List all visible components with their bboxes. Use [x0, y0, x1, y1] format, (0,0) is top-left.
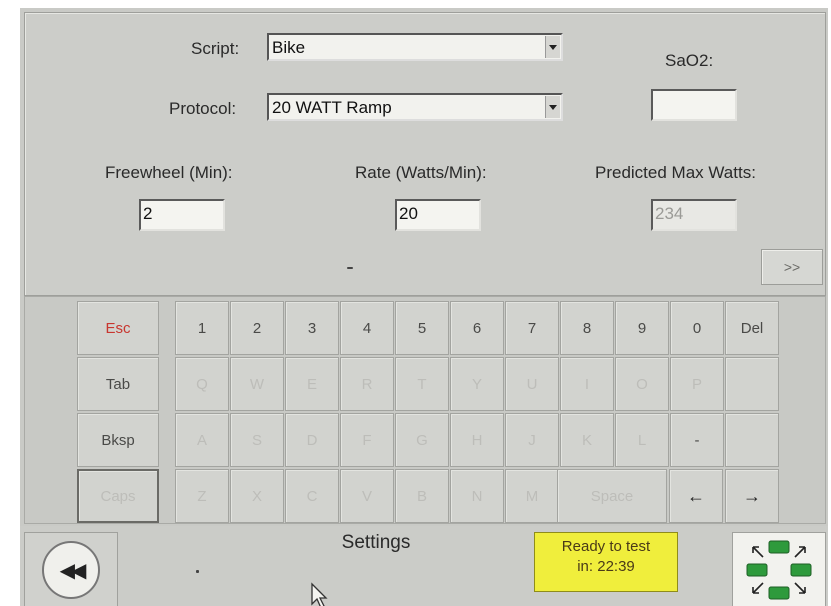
script-label: Script: — [191, 39, 240, 58]
settings-panel: Script: Bike SaO2: Protocol: 20 WATT Ram… — [24, 12, 826, 296]
key-q[interactable]: Q — [175, 357, 229, 411]
bottom-bar: ◀◀ Settings Ready to test in: 22:39 — [20, 526, 828, 606]
key-6[interactable]: 6 — [450, 301, 504, 355]
protocol-value: 20 WATT Ramp — [272, 98, 392, 117]
key-e[interactable]: E — [285, 357, 339, 411]
status-line-2: in: 22:39 — [577, 558, 635, 575]
key-1[interactable]: 1 — [175, 301, 229, 355]
key-t[interactable]: T — [395, 357, 449, 411]
key-f[interactable]: F — [340, 413, 394, 467]
screen-speck — [347, 267, 353, 269]
back-button[interactable]: ◀◀ — [24, 532, 118, 606]
key-y[interactable]: Y — [450, 357, 504, 411]
key-o[interactable]: O — [615, 357, 669, 411]
chevron-down-icon[interactable] — [545, 36, 560, 58]
freewheel-label: Freewheel (Min): — [105, 163, 233, 182]
key-blank[interactable] — [725, 357, 779, 411]
key-p[interactable]: P — [670, 357, 724, 411]
key-del[interactable]: Del — [725, 301, 779, 355]
key-s[interactable]: S — [230, 413, 284, 467]
right-arrow-key[interactable]: → — [725, 469, 779, 523]
backspace-key[interactable]: Bksp — [77, 413, 159, 467]
rate-field[interactable]: 20 — [395, 199, 481, 231]
key-c[interactable]: C — [285, 469, 339, 523]
key-blank[interactable] — [725, 413, 779, 467]
space-key[interactable]: Space — [557, 469, 667, 523]
key-3[interactable]: 3 — [285, 301, 339, 355]
protocol-label: Protocol: — [169, 99, 237, 118]
key-m[interactable]: M — [505, 469, 559, 523]
key-v[interactable]: V — [340, 469, 394, 523]
key-g[interactable]: G — [395, 413, 449, 467]
mouse-pointer-icon — [311, 582, 328, 606]
esc-key[interactable]: Esc — [77, 301, 159, 355]
key-7[interactable]: 7 — [505, 301, 559, 355]
key-r[interactable]: R — [340, 357, 394, 411]
rate-label: Rate (Watts/Min): — [355, 163, 487, 182]
key-z[interactable]: Z — [175, 469, 229, 523]
on-screen-keyboard: Esc Tab Bksp Caps 1 2 3 4 5 6 7 8 9 0 Del QWERTYUI… — [24, 296, 826, 524]
key-j[interactable]: J — [505, 413, 559, 467]
app-screen: Script: Bike SaO2: Protocol: 20 WATT Ram… — [20, 8, 828, 606]
status-line-1: Ready to test — [561, 538, 651, 555]
key-dash[interactable]: - — [670, 413, 724, 467]
key-i[interactable]: I — [560, 357, 614, 411]
tab-key[interactable]: Tab — [77, 357, 159, 411]
freewheel-field[interactable]: 2 — [139, 199, 225, 231]
key-8[interactable]: 8 — [560, 301, 614, 355]
next-button[interactable]: >> — [761, 249, 823, 285]
caps-key[interactable]: Caps — [77, 469, 159, 523]
key-h[interactable]: H — [450, 413, 504, 467]
fullscreen-button[interactable] — [732, 532, 826, 606]
key-0[interactable]: 0 — [670, 301, 724, 355]
key-a[interactable]: A — [175, 413, 229, 467]
script-value: Bike — [272, 38, 306, 57]
key-w[interactable]: W — [230, 357, 284, 411]
left-arrow-key[interactable]: ← — [669, 469, 723, 523]
sao2-label: SaO2: — [665, 51, 714, 70]
key-u[interactable]: U — [505, 357, 559, 411]
rewind-icon: ◀◀ — [42, 541, 100, 599]
predicted-max-watts-label: Predicted Max Watts: — [595, 163, 756, 182]
expand-arrows-icon — [746, 540, 812, 600]
predicted-max-watts-field: 234 — [651, 199, 737, 231]
key-5[interactable]: 5 — [395, 301, 449, 355]
key-4[interactable]: 4 — [340, 301, 394, 355]
key-b[interactable]: B — [395, 469, 449, 523]
screen-speck — [196, 570, 199, 573]
key-k[interactable]: K — [560, 413, 614, 467]
key-l[interactable]: L — [615, 413, 669, 467]
sao2-field[interactable] — [651, 89, 737, 121]
key-x[interactable]: X — [230, 469, 284, 523]
protocol-dropdown[interactable]: 20 WATT Ramp — [267, 93, 563, 121]
key-9[interactable]: 9 — [615, 301, 669, 355]
key-2[interactable]: 2 — [230, 301, 284, 355]
key-n[interactable]: N — [450, 469, 504, 523]
script-dropdown[interactable]: Bike — [267, 33, 563, 61]
page-title: Settings — [341, 532, 411, 553]
key-d[interactable]: D — [285, 413, 339, 467]
chevron-down-icon[interactable] — [545, 96, 560, 118]
status-badge: Ready to test in: 22:39 — [534, 532, 678, 592]
